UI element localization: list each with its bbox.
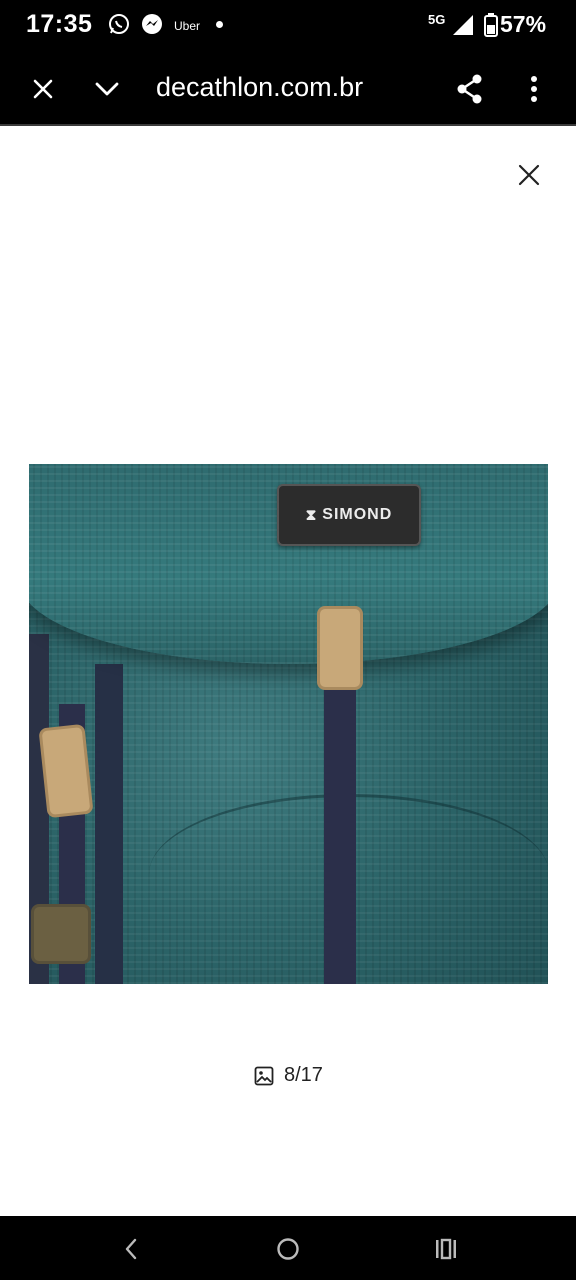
- product-photo[interactable]: ⧗ SIMOND: [29, 464, 548, 984]
- buckle: [31, 904, 91, 964]
- close-tab-button[interactable]: [26, 72, 60, 106]
- battery-percentage: 57%: [500, 11, 547, 37]
- image-viewer: ⧗ SIMOND 8/17: [0, 128, 576, 1216]
- compression-strap: [324, 654, 356, 984]
- brand-label-text: SIMOND: [322, 506, 393, 523]
- back-icon: [125, 1238, 137, 1260]
- notification-dot: [216, 21, 223, 28]
- more-vert-icon: [531, 76, 537, 102]
- buckle: [38, 723, 94, 819]
- buckle: [317, 606, 363, 690]
- chevron-down-icon: [95, 82, 119, 96]
- recents-button[interactable]: [430, 1233, 462, 1265]
- status-time: 17:35: [26, 10, 93, 38]
- home-icon: [277, 1238, 299, 1260]
- recents-icon: [436, 1238, 456, 1260]
- network-type: 5G: [428, 12, 446, 27]
- brand-label: ⧗ SIMOND: [277, 484, 421, 546]
- minimize-button[interactable]: [90, 72, 124, 106]
- brand-logo-icon: ⧗: [305, 506, 318, 524]
- battery-icon: [484, 13, 498, 42]
- back-button[interactable]: [115, 1233, 147, 1265]
- messenger-icon: [141, 13, 163, 40]
- uber-notification-label: Uber: [174, 19, 201, 33]
- signal-icon: [452, 14, 474, 41]
- url-text[interactable]: decathlon.com.br: [156, 72, 363, 103]
- viewer-close-button[interactable]: [512, 158, 546, 192]
- share-button[interactable]: [453, 72, 487, 106]
- whatsapp-icon: [108, 13, 130, 40]
- home-button[interactable]: [272, 1233, 304, 1265]
- image-icon: [254, 1066, 274, 1086]
- more-options-button[interactable]: [517, 72, 551, 106]
- image-counter: 8/17: [254, 1064, 323, 1087]
- close-icon: [518, 164, 540, 186]
- system-navigation-bar: [0, 1216, 576, 1280]
- share-icon: [457, 74, 482, 104]
- image-counter-text: 8/17: [284, 1064, 323, 1086]
- browser-toolbar: decathlon.com.br: [0, 52, 576, 126]
- side-strap: [95, 664, 123, 984]
- close-icon: [33, 79, 53, 99]
- status-bar: 17:35 Uber 5G 57%: [0, 0, 576, 52]
